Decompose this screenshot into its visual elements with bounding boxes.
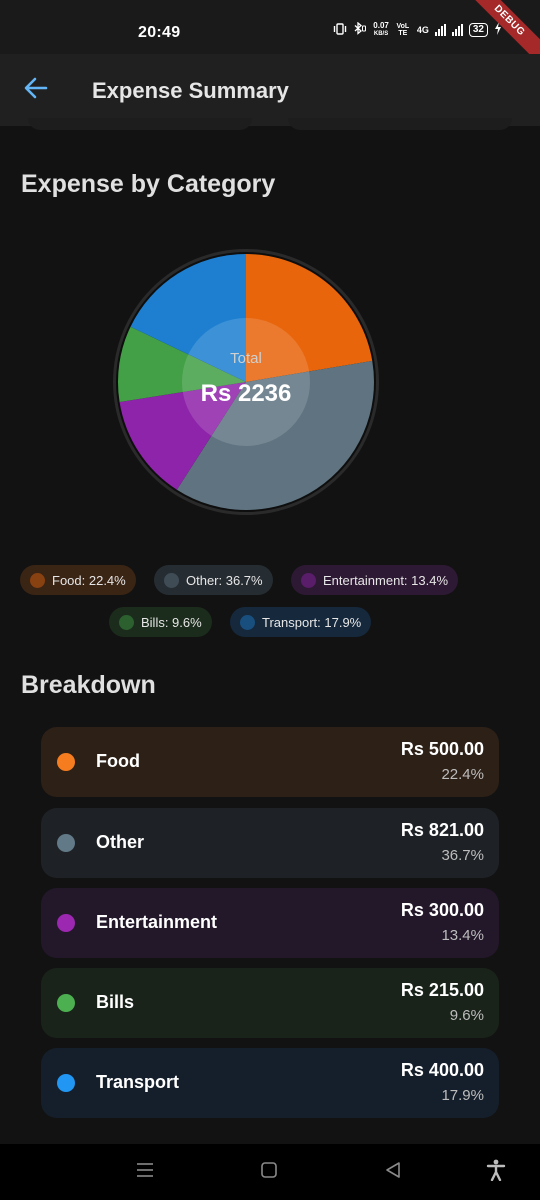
category-amount: Rs 400.00	[400, 1060, 484, 1080]
category-name: Entertainment	[96, 912, 218, 932]
network-type: 4G	[416, 25, 429, 35]
summary-card-right	[288, 118, 512, 130]
category-name: Other	[96, 832, 145, 852]
bluetooth-icon	[353, 21, 367, 38]
category-amount: Rs 821.00	[400, 820, 484, 840]
legend-label: Transport: 17.9%	[262, 614, 362, 630]
system-nav-bar	[0, 1144, 540, 1200]
system-back-button[interactable]	[375, 1156, 411, 1188]
signal-icon	[434, 24, 446, 36]
legend-dot	[240, 614, 255, 630]
legend-dot	[119, 614, 134, 630]
arrow-left-icon	[24, 77, 48, 104]
battery-level: 32	[468, 23, 488, 37]
home-button[interactable]	[251, 1156, 287, 1188]
breakdown-row-entertainment[interactable]: Entertainment Rs 300.00 13.4%	[41, 888, 499, 958]
category-dot	[57, 994, 75, 1012]
breakdown-row-other[interactable]: Other Rs 821.00 36.7%	[41, 808, 499, 878]
legend-chip-entertainment: Entertainment: 13.4%	[291, 565, 459, 595]
summary-card-left	[28, 118, 252, 130]
category-section-title: Expense by Category	[21, 170, 276, 198]
category-percent: 13.4%	[441, 927, 484, 944]
legend-label: Food: 22.4%	[52, 572, 126, 588]
recent-apps-button[interactable]	[127, 1156, 163, 1188]
accessibility-icon	[486, 1159, 506, 1186]
accessibility-button[interactable]	[478, 1156, 514, 1188]
back-button[interactable]	[18, 72, 54, 108]
category-pie-chart: Total Rs 2236	[110, 246, 382, 518]
category-percent: 36.7%	[441, 847, 484, 864]
category-dot	[57, 914, 75, 932]
legend-chip-other: Other: 36.7%	[154, 565, 273, 595]
category-dot	[57, 753, 75, 771]
category-percent: 22.4%	[441, 766, 484, 783]
legend-dot	[301, 572, 316, 588]
category-amount: Rs 300.00	[400, 900, 484, 920]
legend-label: Entertainment: 13.4%	[323, 572, 449, 588]
legend-chip-transport: Transport: 17.9%	[230, 607, 372, 637]
page-title: Expense Summary	[92, 78, 289, 103]
volte-label: VoLTE	[396, 23, 410, 37]
triangle-back-icon	[384, 1161, 402, 1184]
legend-label: Other: 36.7%	[186, 572, 263, 588]
category-percent: 17.9%	[441, 1087, 484, 1104]
status-time: 20:49	[138, 24, 181, 41]
status-bar: 20:49 0.07 KB/S VoLTE 4G 32 DEBUG	[0, 0, 540, 74]
breakdown-row-food[interactable]: Food Rs 500.00 22.4%	[41, 727, 499, 797]
legend-chip-food: Food: 22.4%	[20, 565, 136, 595]
breakdown-section-title: Breakdown	[21, 671, 156, 699]
legend-dot	[30, 572, 45, 588]
category-name: Food	[96, 751, 140, 771]
legend-label: Bills: 9.6%	[141, 614, 202, 630]
category-amount: Rs 500.00	[400, 739, 484, 759]
breakdown-row-bills[interactable]: Bills Rs 215.00 9.6%	[41, 968, 499, 1038]
category-dot	[57, 834, 75, 852]
category-name: Transport	[96, 1072, 180, 1092]
category-percent: 9.6%	[449, 1007, 484, 1024]
pie-center-total: Rs 2236	[200, 380, 292, 407]
category-dot	[57, 1074, 75, 1092]
menu-icon	[136, 1162, 154, 1183]
pie-center-caption: Total	[230, 350, 262, 367]
square-icon	[260, 1161, 278, 1184]
legend-chip-bills: Bills: 9.6%	[109, 607, 212, 637]
vibrate-icon	[333, 22, 347, 38]
status-icons: 0.07 KB/S VoLTE 4G 32	[333, 22, 502, 38]
category-amount: Rs 215.00	[400, 980, 484, 1000]
signal-2-icon	[451, 24, 463, 36]
app-bar: Expense Summary	[0, 54, 540, 126]
legend-dot	[164, 572, 179, 588]
breakdown-row-transport[interactable]: Transport Rs 400.00 17.9%	[41, 1048, 499, 1118]
category-name: Bills	[96, 992, 135, 1012]
net-speed: 0.07 KB/S	[373, 21, 389, 38]
